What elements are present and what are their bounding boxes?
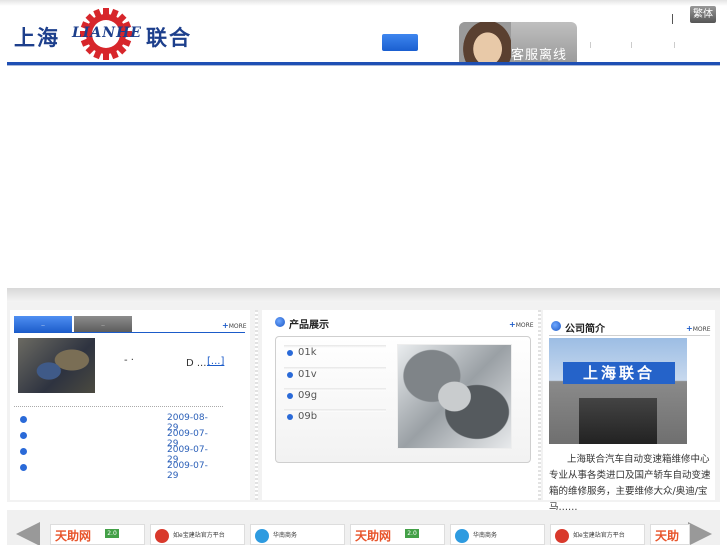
partner-text: 华南商务 [273,532,298,539]
product-label: 09g [298,390,318,401]
about-title: 公司简介 [565,324,605,335]
partner-link[interactable]: 天助 [650,524,690,545]
bullet-icon [20,416,27,423]
partner-link[interactable]: 如e宝建站官方平台 [150,524,245,545]
bullet-icon [20,432,27,439]
transmission-product-image[interactable] [397,344,512,449]
company-building-photo: 上海联合 [549,338,687,444]
bullet-icon [20,448,27,455]
lang-divider [672,14,673,24]
partner-link[interactable]: 华南商务 [450,524,545,545]
tab-news-1[interactable]: .. [14,316,72,333]
banner-area [7,66,720,288]
news-thumbnail[interactable] [18,338,95,393]
partner-name: 天助 [655,529,680,543]
about-divider [549,335,710,336]
bullet-icon [287,393,293,399]
section-strip [7,288,720,302]
more-label: MORE [228,323,247,330]
partner-logo-icon [255,529,269,543]
product-item[interactable]: 01k [284,345,386,363]
plus-icon: + [222,321,229,330]
nav-separator [631,42,632,48]
bullet-icon [287,350,293,356]
nav-item-active[interactable] [382,34,418,51]
scroll-right-arrow-icon[interactable] [688,522,712,545]
partner-badge: 2.0 [405,529,419,538]
tab-underline [14,332,245,333]
plus-icon: + [686,324,693,333]
partner-link[interactable]: 天助网 2.0 [350,524,445,545]
more-label: MORE [515,322,534,329]
panel-divider [255,310,258,500]
nav-separator [590,42,591,48]
news-list-item[interactable]: 2009-08-29 [18,412,218,433]
news-list-item[interactable]: 2009-07-29 [18,428,218,449]
news-read-more-link[interactable]: [...] [207,356,224,367]
partner-link[interactable]: 如e宝建站官方平台 [550,524,645,545]
news-headline-tail: D ... [186,358,207,369]
partner-link[interactable]: 华南商务 [250,524,345,545]
plus-icon: + [509,320,516,329]
bullet-icon [287,414,293,420]
site-logo[interactable]: 上海 LIANHE 联合 [12,6,202,62]
panel-divider [538,310,541,500]
logo-brand-text: LIANHE [72,25,142,41]
news-list-item[interactable]: 2009-07-29 [18,460,218,481]
partner-badge: 2.0 [105,529,119,538]
nav-separator [674,42,675,48]
product-label: 01v [298,369,317,380]
partner-logo-icon [155,529,169,543]
more-label: MORE [692,326,711,333]
product-item[interactable]: 09g [284,388,386,406]
traditional-chinese-button[interactable]: 繁体 [690,6,716,23]
tab-news-2[interactable]: .. [74,316,132,333]
section-bullet-icon [275,317,285,327]
building-entrance [579,398,657,444]
company-description: 上海联合汽车自动变速箱维修中心专业从事各类进口及国产轿车自动变速箱的维修服务，主… [549,454,711,513]
news-headline-fragment: - · [124,355,134,366]
bullet-icon [20,464,27,471]
product-label: 09b [298,411,318,422]
news-list-item[interactable]: 2009-07-29 [18,444,218,465]
header: 上海 LIANHE 联合 客服离线 繁体 [0,0,727,82]
news-date: 2009-07-29 [167,461,208,481]
partner-text: 如e宝建站官方平台 [173,532,225,539]
logo-text-left: 上海 [14,25,60,50]
partner-logo-icon [555,529,569,543]
product-item[interactable]: 01v [284,367,386,385]
partner-name: 天助网 [355,529,392,543]
products-more-link[interactable]: +MORE [509,320,534,329]
logo-text-right: 联合 [146,25,192,50]
service-status-label: 客服离线 [511,48,568,63]
news-more-link[interactable]: +MORE [222,321,247,330]
scroll-left-arrow-icon[interactable] [16,522,40,545]
about-more-link[interactable]: +MORE [686,324,711,333]
partner-link[interactable]: 天助网 2.0 [50,524,145,545]
product-item[interactable]: 09b [284,409,386,427]
product-label: 01k [298,347,317,358]
dotted-divider [14,406,223,407]
products-title: 产品展示 [289,320,329,331]
partner-text: 如e宝建站官方平台 [573,532,625,539]
section-bullet-icon [551,321,561,331]
partner-text: 华南商务 [473,532,498,539]
partner-name: 天助网 [55,529,92,543]
bullet-icon [287,372,293,378]
partner-logo-icon [455,529,469,543]
building-sign: 上海联合 [563,362,675,384]
